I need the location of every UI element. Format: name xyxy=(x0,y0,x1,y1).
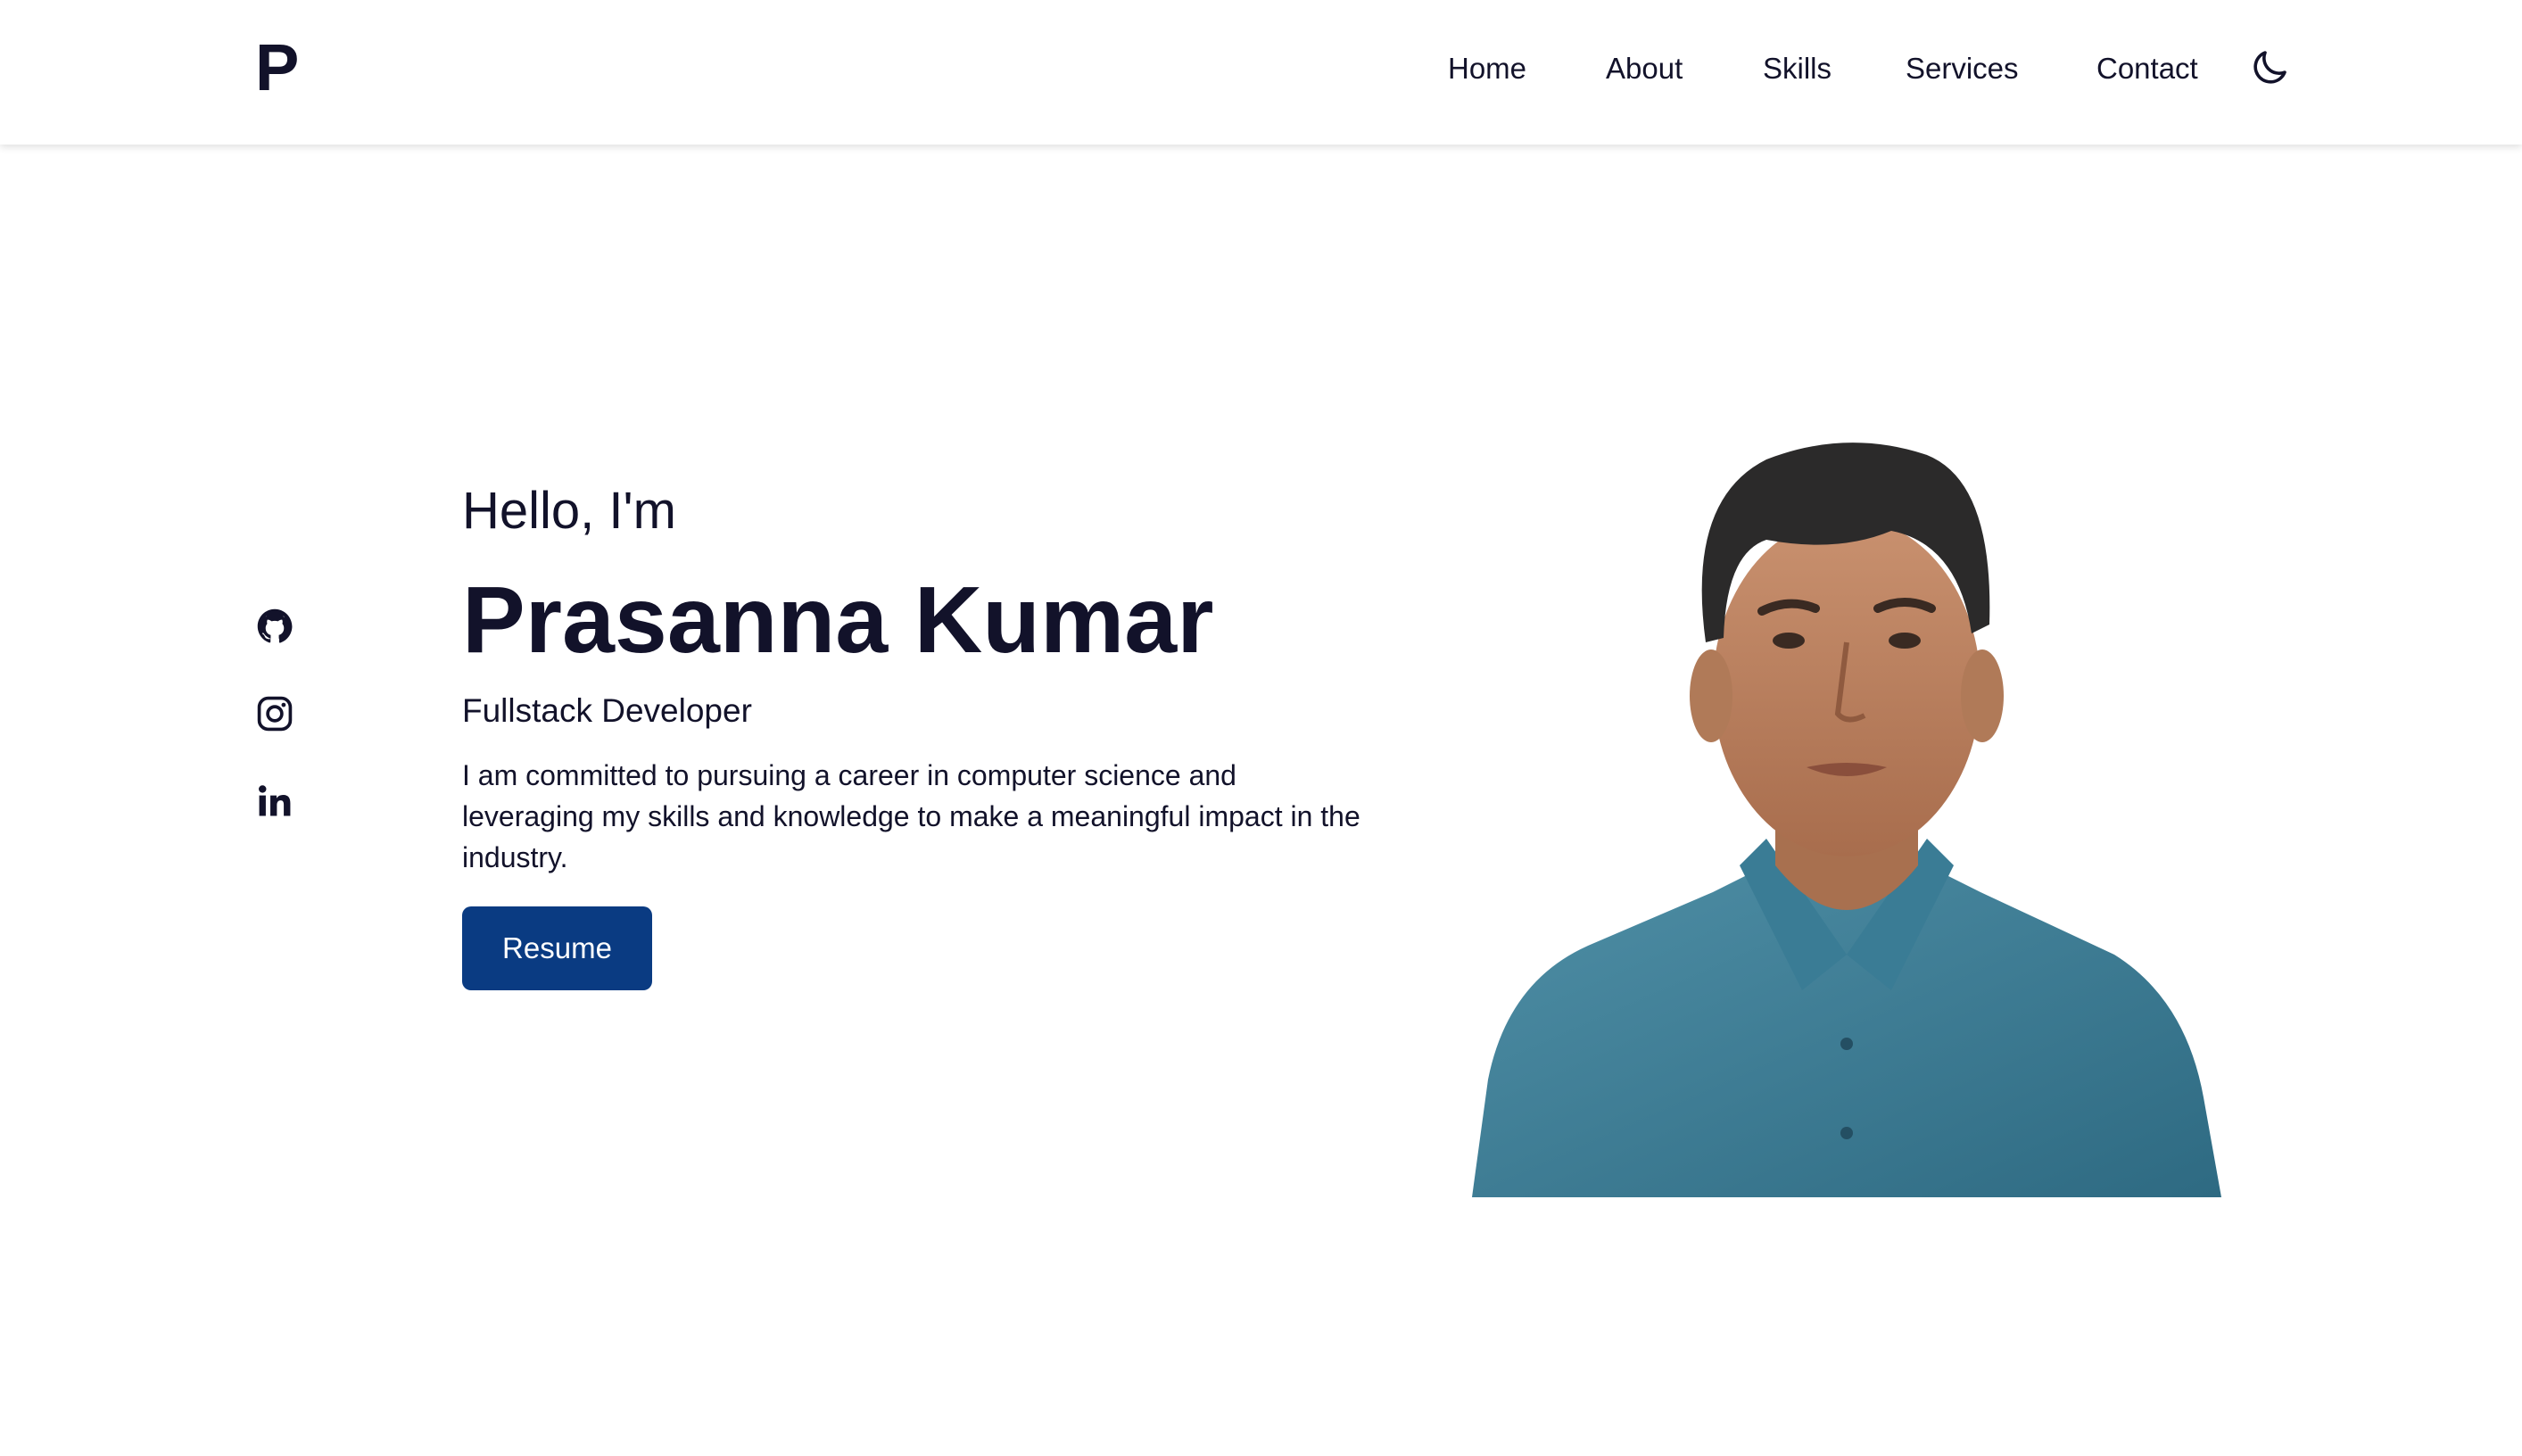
nav-about[interactable]: About xyxy=(1606,46,1683,91)
hero-greeting: Hello, I'm xyxy=(462,482,676,540)
instagram-icon[interactable] xyxy=(255,694,294,733)
profile-photo xyxy=(1472,419,2221,1197)
linkedin-icon[interactable] xyxy=(255,782,294,821)
moon-icon[interactable] xyxy=(2248,46,2291,89)
nav-contact[interactable]: Contact xyxy=(2096,46,2198,91)
github-icon[interactable] xyxy=(255,607,294,646)
hero-name: Prasanna Kumar xyxy=(462,567,1214,673)
hero-role: Fullstack Developer xyxy=(462,692,752,729)
nav-services[interactable]: Services xyxy=(1906,46,2019,91)
site-logo[interactable]: P xyxy=(255,32,299,103)
nav-skills[interactable]: Skills xyxy=(1763,46,1832,91)
nav-home[interactable]: Home xyxy=(1448,46,1526,91)
hero-bio: I am committed to pursuing a career in c… xyxy=(462,759,1360,873)
resume-button[interactable]: Resume xyxy=(462,906,652,990)
site-header: P Home About Skills Services Contact xyxy=(0,0,2522,145)
